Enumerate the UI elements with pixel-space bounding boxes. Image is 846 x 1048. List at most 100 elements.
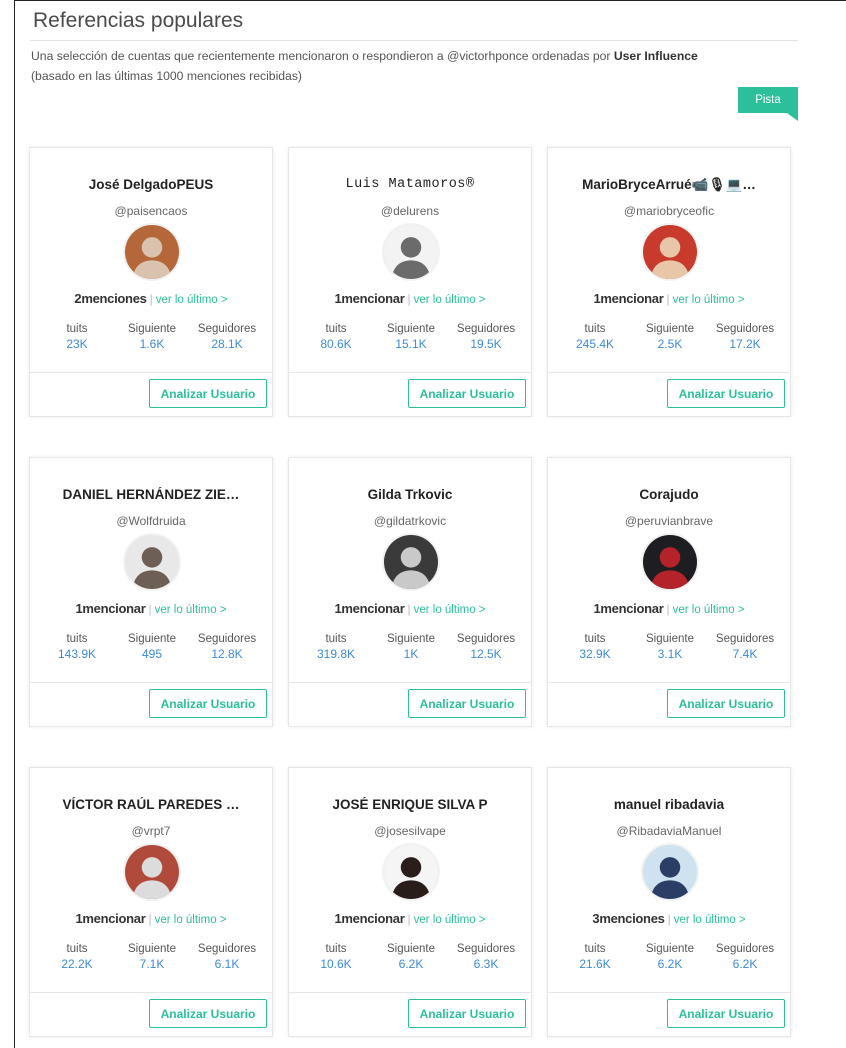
- analyze-user-button[interactable]: Analizar Usuario: [149, 999, 267, 1028]
- mentions-line: 2menciones | ver lo último >: [30, 291, 272, 306]
- glasses-man-avatar[interactable]: [641, 223, 699, 281]
- user-name[interactable]: Gilda Trkovic: [289, 487, 531, 502]
- see-last-link[interactable]: ver lo último >: [414, 604, 486, 616]
- stat-followers: Seguidores 6.3K: [449, 943, 523, 971]
- stat-value[interactable]: 28.1K: [190, 337, 264, 351]
- stat-label: Seguidores: [456, 323, 516, 335]
- user-card: José DelgadoPEUS @paisencaos 2menciones |…: [29, 147, 273, 417]
- analyze-user-button[interactable]: Analizar Usuario: [408, 999, 526, 1028]
- stat-value[interactable]: 23K: [40, 337, 114, 351]
- stat-label: Siguiente: [387, 633, 435, 645]
- stat-value[interactable]: 1K: [374, 647, 448, 661]
- stat-value[interactable]: 319.8K: [299, 647, 373, 661]
- stat-value[interactable]: 32.9K: [558, 647, 632, 661]
- mention-separator: |: [407, 292, 411, 306]
- stat-label: tuits: [66, 943, 88, 955]
- analyze-user-button[interactable]: Analizar Usuario: [667, 689, 785, 718]
- user-card: manuel ribadavia @RibadaviaManuel 3menci…: [547, 767, 791, 1037]
- stat-followers: Seguidores 6.2K: [708, 943, 782, 971]
- user-name[interactable]: DANIEL HERNÁNDEZ ZIE…: [30, 487, 272, 502]
- see-last-link[interactable]: ver lo último >: [414, 294, 486, 306]
- card-divider: [548, 682, 790, 683]
- analyze-user-button[interactable]: Analizar Usuario: [408, 689, 526, 718]
- user-name[interactable]: MarioBryceArrué📹🎙💻…: [548, 177, 790, 193]
- see-last-link[interactable]: ver lo último >: [674, 914, 746, 926]
- stat-following: Siguiente 3.1K: [633, 633, 707, 661]
- card-divider: [548, 372, 790, 373]
- user-handle[interactable]: @mariobryceofic: [548, 204, 790, 218]
- woman-avatar[interactable]: [382, 533, 440, 591]
- user-name[interactable]: José DelgadoPEUS: [30, 177, 272, 192]
- stat-value[interactable]: 143.9K: [40, 647, 114, 661]
- see-last-link[interactable]: ver lo último >: [673, 294, 745, 306]
- motorcycle-avatar[interactable]: [641, 843, 699, 901]
- user-name[interactable]: JOSÉ ENRIQUE SILVA P: [289, 797, 531, 812]
- user-name[interactable]: manuel ribadavia: [548, 797, 790, 812]
- bald-man-avatar[interactable]: [123, 533, 181, 591]
- stat-value[interactable]: 7.1K: [115, 957, 189, 971]
- elderly-man-avatar[interactable]: [123, 223, 181, 281]
- stat-value[interactable]: 12.5K: [449, 647, 523, 661]
- see-last-link[interactable]: ver lo último >: [156, 294, 228, 306]
- analyze-user-button[interactable]: Analizar Usuario: [149, 379, 267, 408]
- stat-value[interactable]: 2.5K: [633, 337, 707, 351]
- hint-button[interactable]: Pista: [738, 87, 798, 113]
- analyze-user-button[interactable]: Analizar Usuario: [667, 379, 785, 408]
- building-avatar[interactable]: [123, 843, 181, 901]
- analyze-user-button[interactable]: Analizar Usuario: [667, 999, 785, 1028]
- stat-label: Siguiente: [646, 943, 694, 955]
- see-last-link[interactable]: ver lo último >: [414, 914, 486, 926]
- stat-value[interactable]: 6.3K: [449, 957, 523, 971]
- user-name[interactable]: VÍCTOR RAÚL PAREDES …: [30, 797, 272, 812]
- stat-value[interactable]: 80.6K: [299, 337, 373, 351]
- stat-label: Siguiente: [387, 323, 435, 335]
- mentions-line: 1mencionar | ver lo último >: [289, 291, 531, 306]
- user-handle[interactable]: @paisencaos: [30, 204, 272, 218]
- stat-value[interactable]: 12.8K: [190, 647, 264, 661]
- stat-value[interactable]: 1.6K: [115, 337, 189, 351]
- stat-tweets: tuits 23K: [40, 323, 114, 351]
- mention-count: 2menciones: [74, 291, 147, 306]
- user-name[interactable]: Luis Matamoros®: [289, 177, 531, 192]
- stat-value[interactable]: 10.6K: [299, 957, 373, 971]
- stat-label: tuits: [584, 323, 606, 335]
- stat-value[interactable]: 15.1K: [374, 337, 448, 351]
- user-handle[interactable]: @RibadaviaManuel: [548, 824, 790, 838]
- stat-value[interactable]: 6.2K: [374, 957, 448, 971]
- mention-count: 1mencionar: [593, 291, 664, 306]
- stat-value[interactable]: 495: [115, 647, 189, 661]
- sunglasses-man-avatar[interactable]: [382, 223, 440, 281]
- see-last-link[interactable]: ver lo último >: [155, 914, 227, 926]
- user-stats: tuits 245.4K Siguiente 2.5K Seguidores 17.2…: [558, 323, 782, 351]
- user-handle[interactable]: @josesilvape: [289, 824, 531, 838]
- user-handle[interactable]: @vrpt7: [30, 824, 272, 838]
- stat-value[interactable]: 17.2K: [708, 337, 782, 351]
- stat-label: Siguiente: [128, 323, 176, 335]
- user-handle[interactable]: @delurens: [289, 204, 531, 218]
- mention-count: 1mencionar: [334, 291, 405, 306]
- stat-value[interactable]: 6.2K: [633, 957, 707, 971]
- stat-value[interactable]: 245.4K: [558, 337, 632, 351]
- stat-value[interactable]: 7.4K: [708, 647, 782, 661]
- user-handle[interactable]: @peruvianbrave: [548, 514, 790, 528]
- user-handle[interactable]: @gildatrkovic: [289, 514, 531, 528]
- mention-separator: |: [407, 602, 411, 616]
- stat-value[interactable]: 6.2K: [708, 957, 782, 971]
- stat-label: Seguidores: [715, 323, 775, 335]
- see-last-link[interactable]: ver lo último >: [155, 604, 227, 616]
- stat-value[interactable]: 6.1K: [190, 957, 264, 971]
- stat-value[interactable]: 3.1K: [633, 647, 707, 661]
- suit-man-avatar[interactable]: [382, 843, 440, 901]
- mention-separator: |: [407, 912, 411, 926]
- user-handle[interactable]: @Wolfdruida: [30, 514, 272, 528]
- dark-poster-avatar[interactable]: [641, 533, 699, 591]
- analyze-user-button[interactable]: Analizar Usuario: [408, 379, 526, 408]
- stat-value[interactable]: 22.2K: [40, 957, 114, 971]
- stat-followers: Seguidores 12.8K: [190, 633, 264, 661]
- description-text: Una selección de cuentas que recientemen…: [31, 49, 614, 63]
- see-last-link[interactable]: ver lo último >: [673, 604, 745, 616]
- user-name[interactable]: Corajudo: [548, 487, 790, 502]
- stat-value[interactable]: 19.5K: [449, 337, 523, 351]
- analyze-user-button[interactable]: Analizar Usuario: [149, 689, 267, 718]
- stat-value[interactable]: 21.6K: [558, 957, 632, 971]
